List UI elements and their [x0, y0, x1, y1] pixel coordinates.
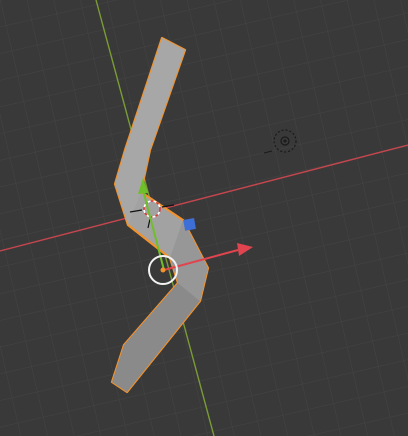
viewport-canvas[interactable]	[0, 0, 408, 436]
object-origin-dot	[160, 267, 166, 273]
gizmo-z-handle-icon[interactable]	[183, 218, 196, 231]
3d-viewport[interactable]	[0, 0, 408, 436]
floor-grid	[0, 0, 408, 436]
